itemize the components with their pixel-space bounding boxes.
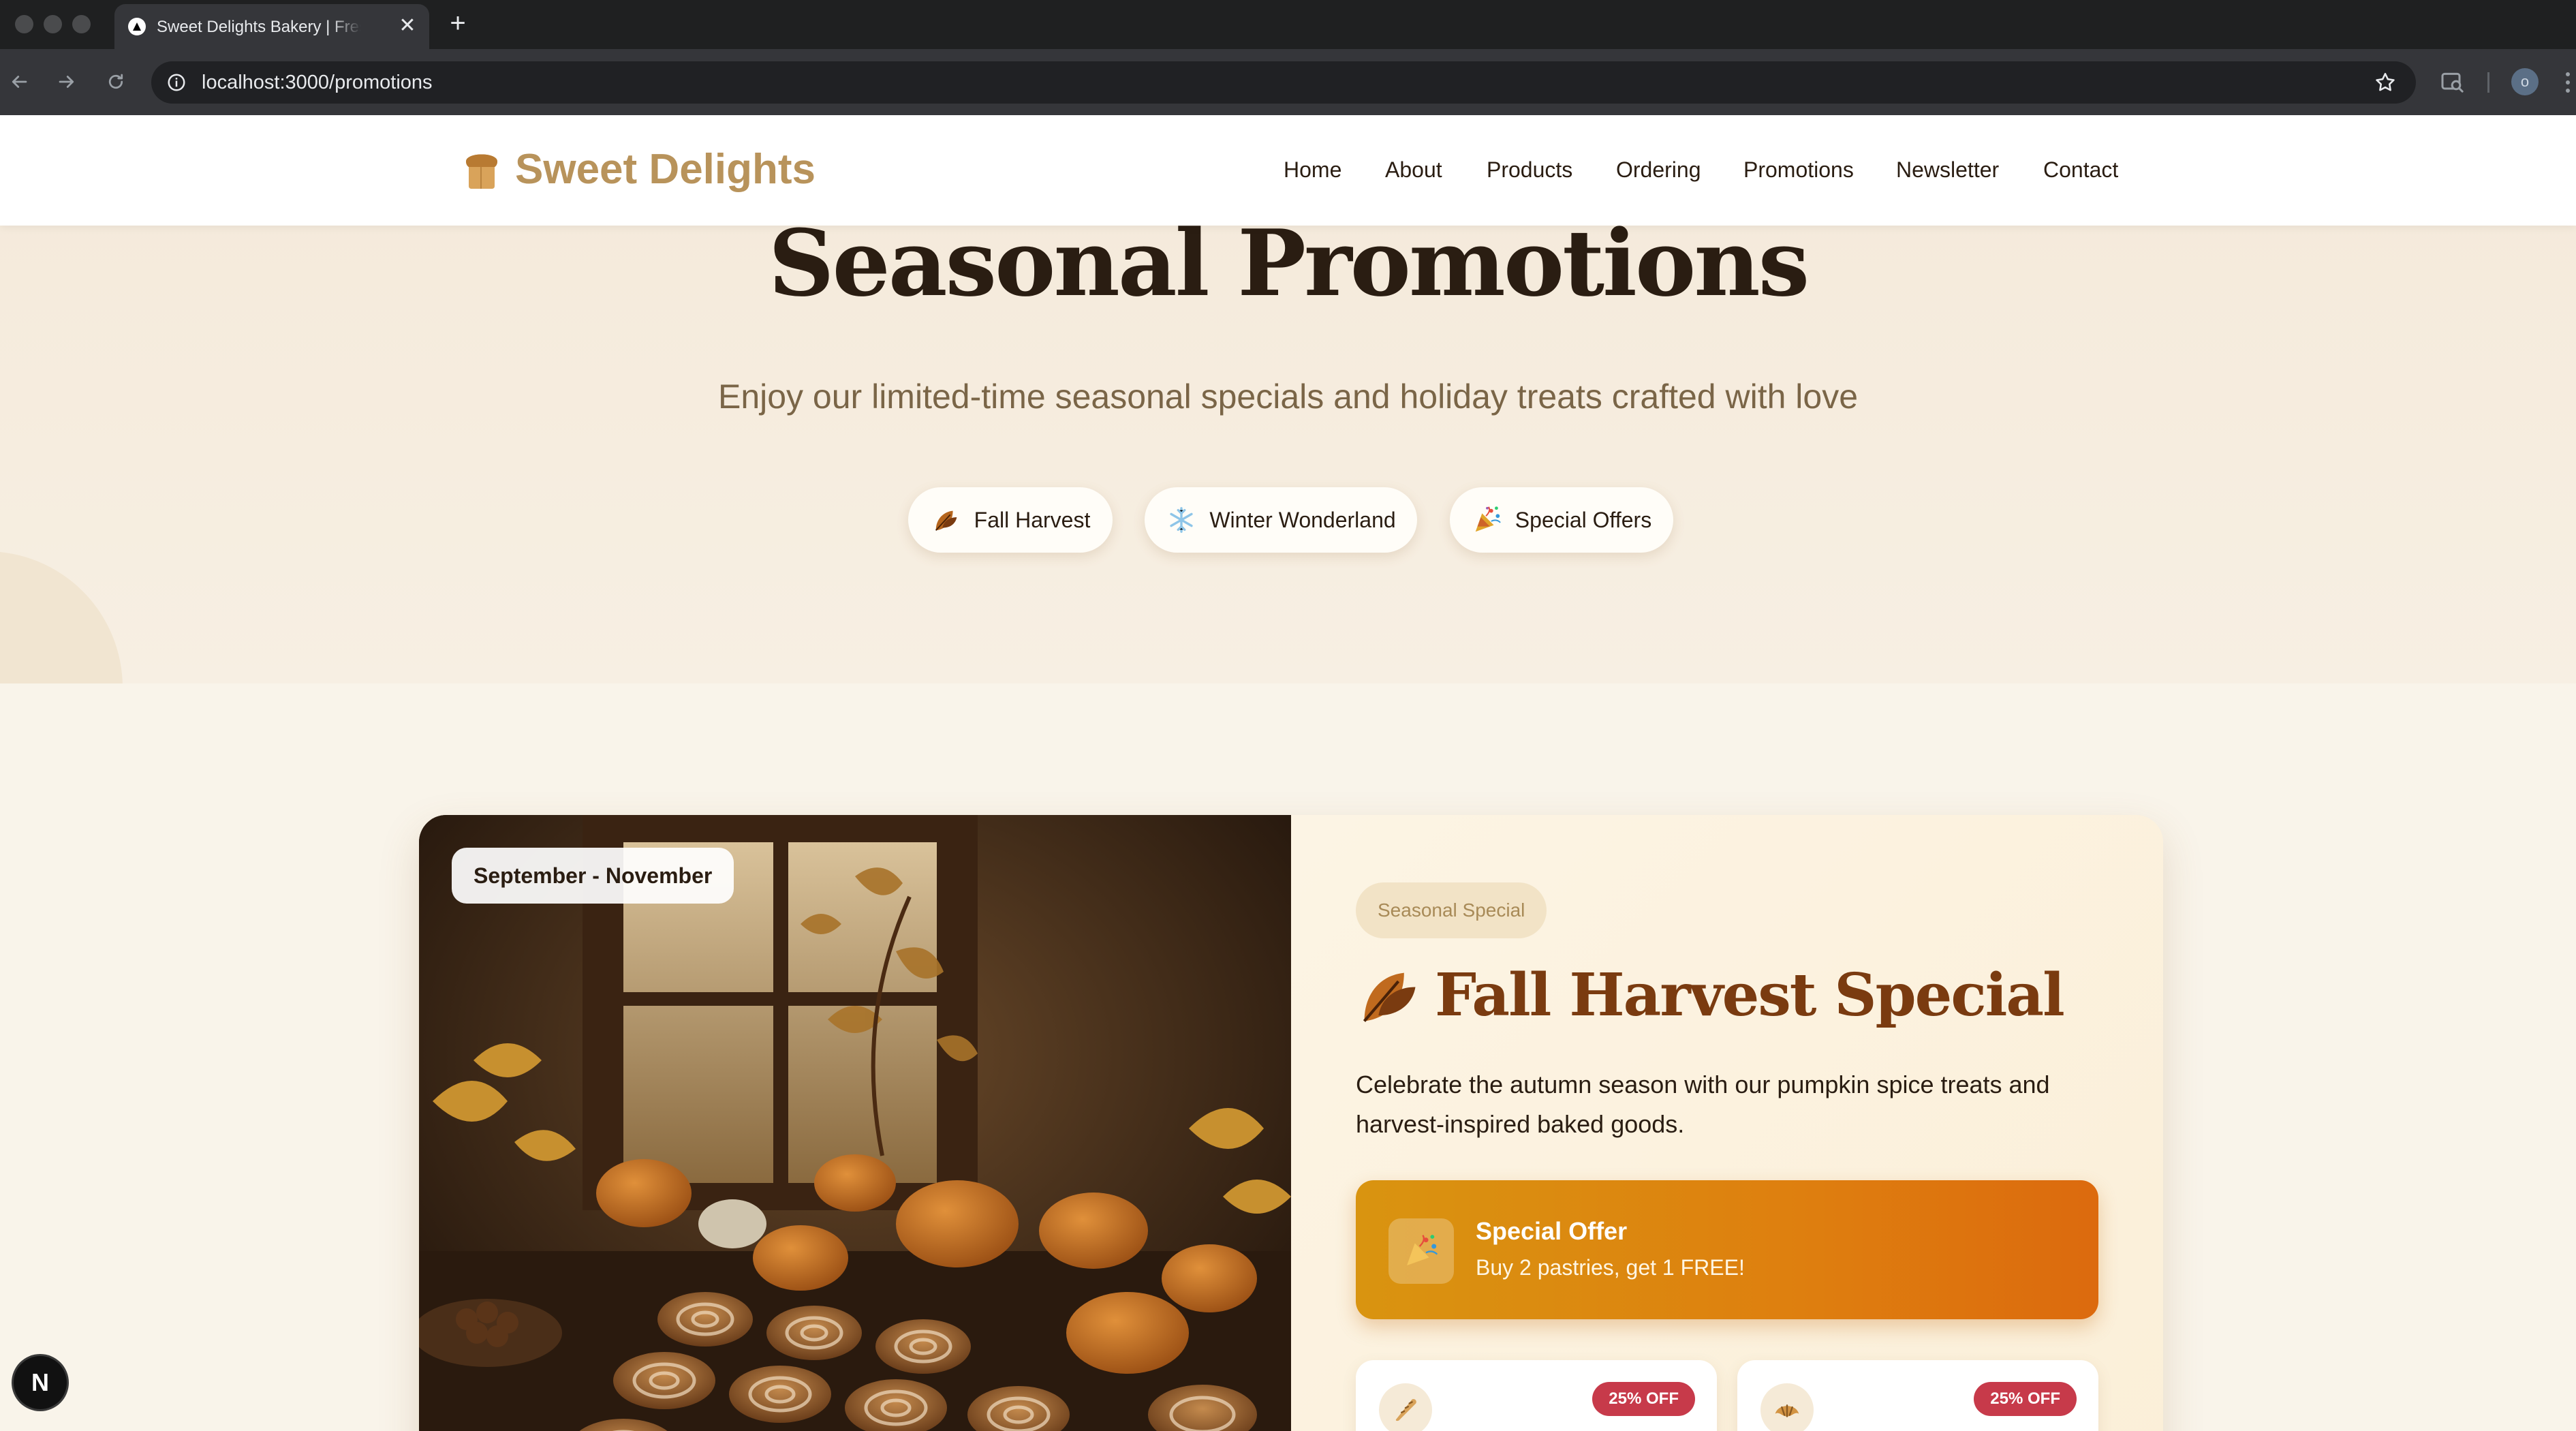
page-subtitle: Enjoy our limited-time seasonal specials…: [717, 378, 1859, 416]
window-close-dot[interactable]: [15, 15, 33, 33]
discount-badge: 25% OFF: [1974, 1382, 2077, 1416]
browser-tab-active[interactable]: Sweet Delights Bakery | Fresh Baked Good…: [114, 4, 429, 49]
promotion-details: Seasonal Special Fall Harvest Special Ce…: [1291, 815, 2163, 1431]
reload-icon[interactable]: [102, 68, 129, 95]
address-bar[interactable]: localhost:3000/promotions: [151, 61, 2416, 104]
forward-icon[interactable]: [53, 68, 80, 95]
nextjs-dev-indicator[interactable]: N: [14, 1356, 67, 1409]
promotion-date-badge: September - November: [452, 848, 734, 904]
browser-menu-icon[interactable]: [2564, 71, 2571, 94]
snowflake-icon: [1166, 504, 1197, 536]
nav-newsletter[interactable]: Newsletter: [1896, 157, 1999, 183]
nav-ordering[interactable]: Ordering: [1616, 157, 1701, 183]
autumn-pastries-photo: [419, 815, 1291, 1431]
promotion-section: September - November Seasonal Special Fa…: [0, 683, 2576, 1431]
filter-label: Special Offers: [1515, 507, 1652, 532]
croissant-icon: [1760, 1383, 1814, 1431]
filter-label: Fall Harvest: [974, 507, 1091, 532]
promotion-card-fall-harvest: September - November Seasonal Special Fa…: [419, 815, 2163, 1431]
tab-strip: Sweet Delights Bakery | Fresh Baked Good…: [0, 0, 2576, 49]
tab-title: Sweet Delights Bakery | Fresh Baked Good…: [157, 18, 361, 36]
page-viewport: Seasonal Promotions Enjoy our limited-ti…: [0, 115, 2576, 1431]
promotion-image: September - November: [419, 815, 1291, 1431]
promo-product-card[interactable]: 25% OFF: [1356, 1360, 1717, 1431]
filter-label: Winter Wonderland: [1209, 507, 1396, 532]
promo-product-card[interactable]: 25% OFF: [1737, 1360, 2098, 1431]
bookmark-star-icon[interactable]: [2374, 71, 2397, 94]
browser-chrome: Sweet Delights Bakery | Fresh Baked Good…: [0, 0, 2576, 115]
nav-about[interactable]: About: [1385, 157, 1442, 183]
nav-promotions[interactable]: Promotions: [1743, 157, 1854, 183]
offer-text: Buy 2 pastries, get 1 FREE!: [1476, 1255, 1745, 1280]
screen: Sweet Delights Bakery | Fresh Baked Good…: [0, 0, 2576, 1431]
nav-home[interactable]: Home: [1284, 157, 1341, 183]
url-text[interactable]: localhost:3000/promotions: [202, 72, 433, 94]
site-info-icon[interactable]: [166, 72, 187, 93]
fallen-leaf-icon: [1363, 972, 1416, 1022]
season-filter-group: Fall Harvest Winter Wonderland Special O…: [0, 487, 2576, 553]
promotion-heading: Fall Harvest Special: [1356, 958, 2065, 1033]
profile-avatar[interactable]: o: [2511, 68, 2539, 95]
offer-title: Special Offer: [1476, 1217, 1628, 1245]
party-popper-icon: [1388, 1218, 1454, 1284]
new-tab-button[interactable]: +: [444, 10, 471, 37]
fallen-leaf-icon: [931, 504, 962, 536]
tab-search-icon[interactable]: [2439, 68, 2466, 95]
filter-winter-wonderland[interactable]: Winter Wonderland: [1145, 487, 1417, 553]
back-icon[interactable]: [5, 68, 33, 95]
window-zoom-dot[interactable]: [72, 15, 91, 33]
toolbar-divider: [2487, 72, 2489, 93]
discount-badge: 25% OFF: [1592, 1382, 1695, 1416]
baguette-icon: [1379, 1383, 1432, 1431]
filter-special-offers[interactable]: Special Offers: [1450, 487, 1673, 553]
special-offer-banner: Special Offer Buy 2 pastries, get 1 FREE…: [1356, 1180, 2098, 1319]
site-header: Sweet Delights Home About Products Order…: [0, 115, 2576, 226]
promotion-tag: Seasonal Special: [1356, 882, 1547, 938]
decorative-blob: [0, 551, 123, 683]
browser-toolbar: localhost:3000/promotions o: [0, 49, 2576, 115]
filter-fall-harvest[interactable]: Fall Harvest: [908, 487, 1113, 553]
promotion-title: Fall Harvest Special: [1435, 961, 2065, 1030]
tab-close-icon[interactable]: ✕: [395, 14, 420, 38]
nextjs-favicon-icon: [128, 18, 146, 35]
page-title: Seasonal Promotions: [768, 209, 1810, 317]
window-minimize-dot[interactable]: [44, 15, 62, 33]
nav-products[interactable]: Products: [1487, 157, 1572, 183]
promotion-description: Celebrate the autumn season with our pum…: [1356, 1071, 2050, 1138]
nav-contact[interactable]: Contact: [2043, 157, 2118, 183]
party-popper-icon: [1472, 504, 1503, 536]
bread-logo-icon[interactable]: [461, 147, 503, 191]
site-logo-text[interactable]: Sweet Delights: [515, 146, 816, 193]
